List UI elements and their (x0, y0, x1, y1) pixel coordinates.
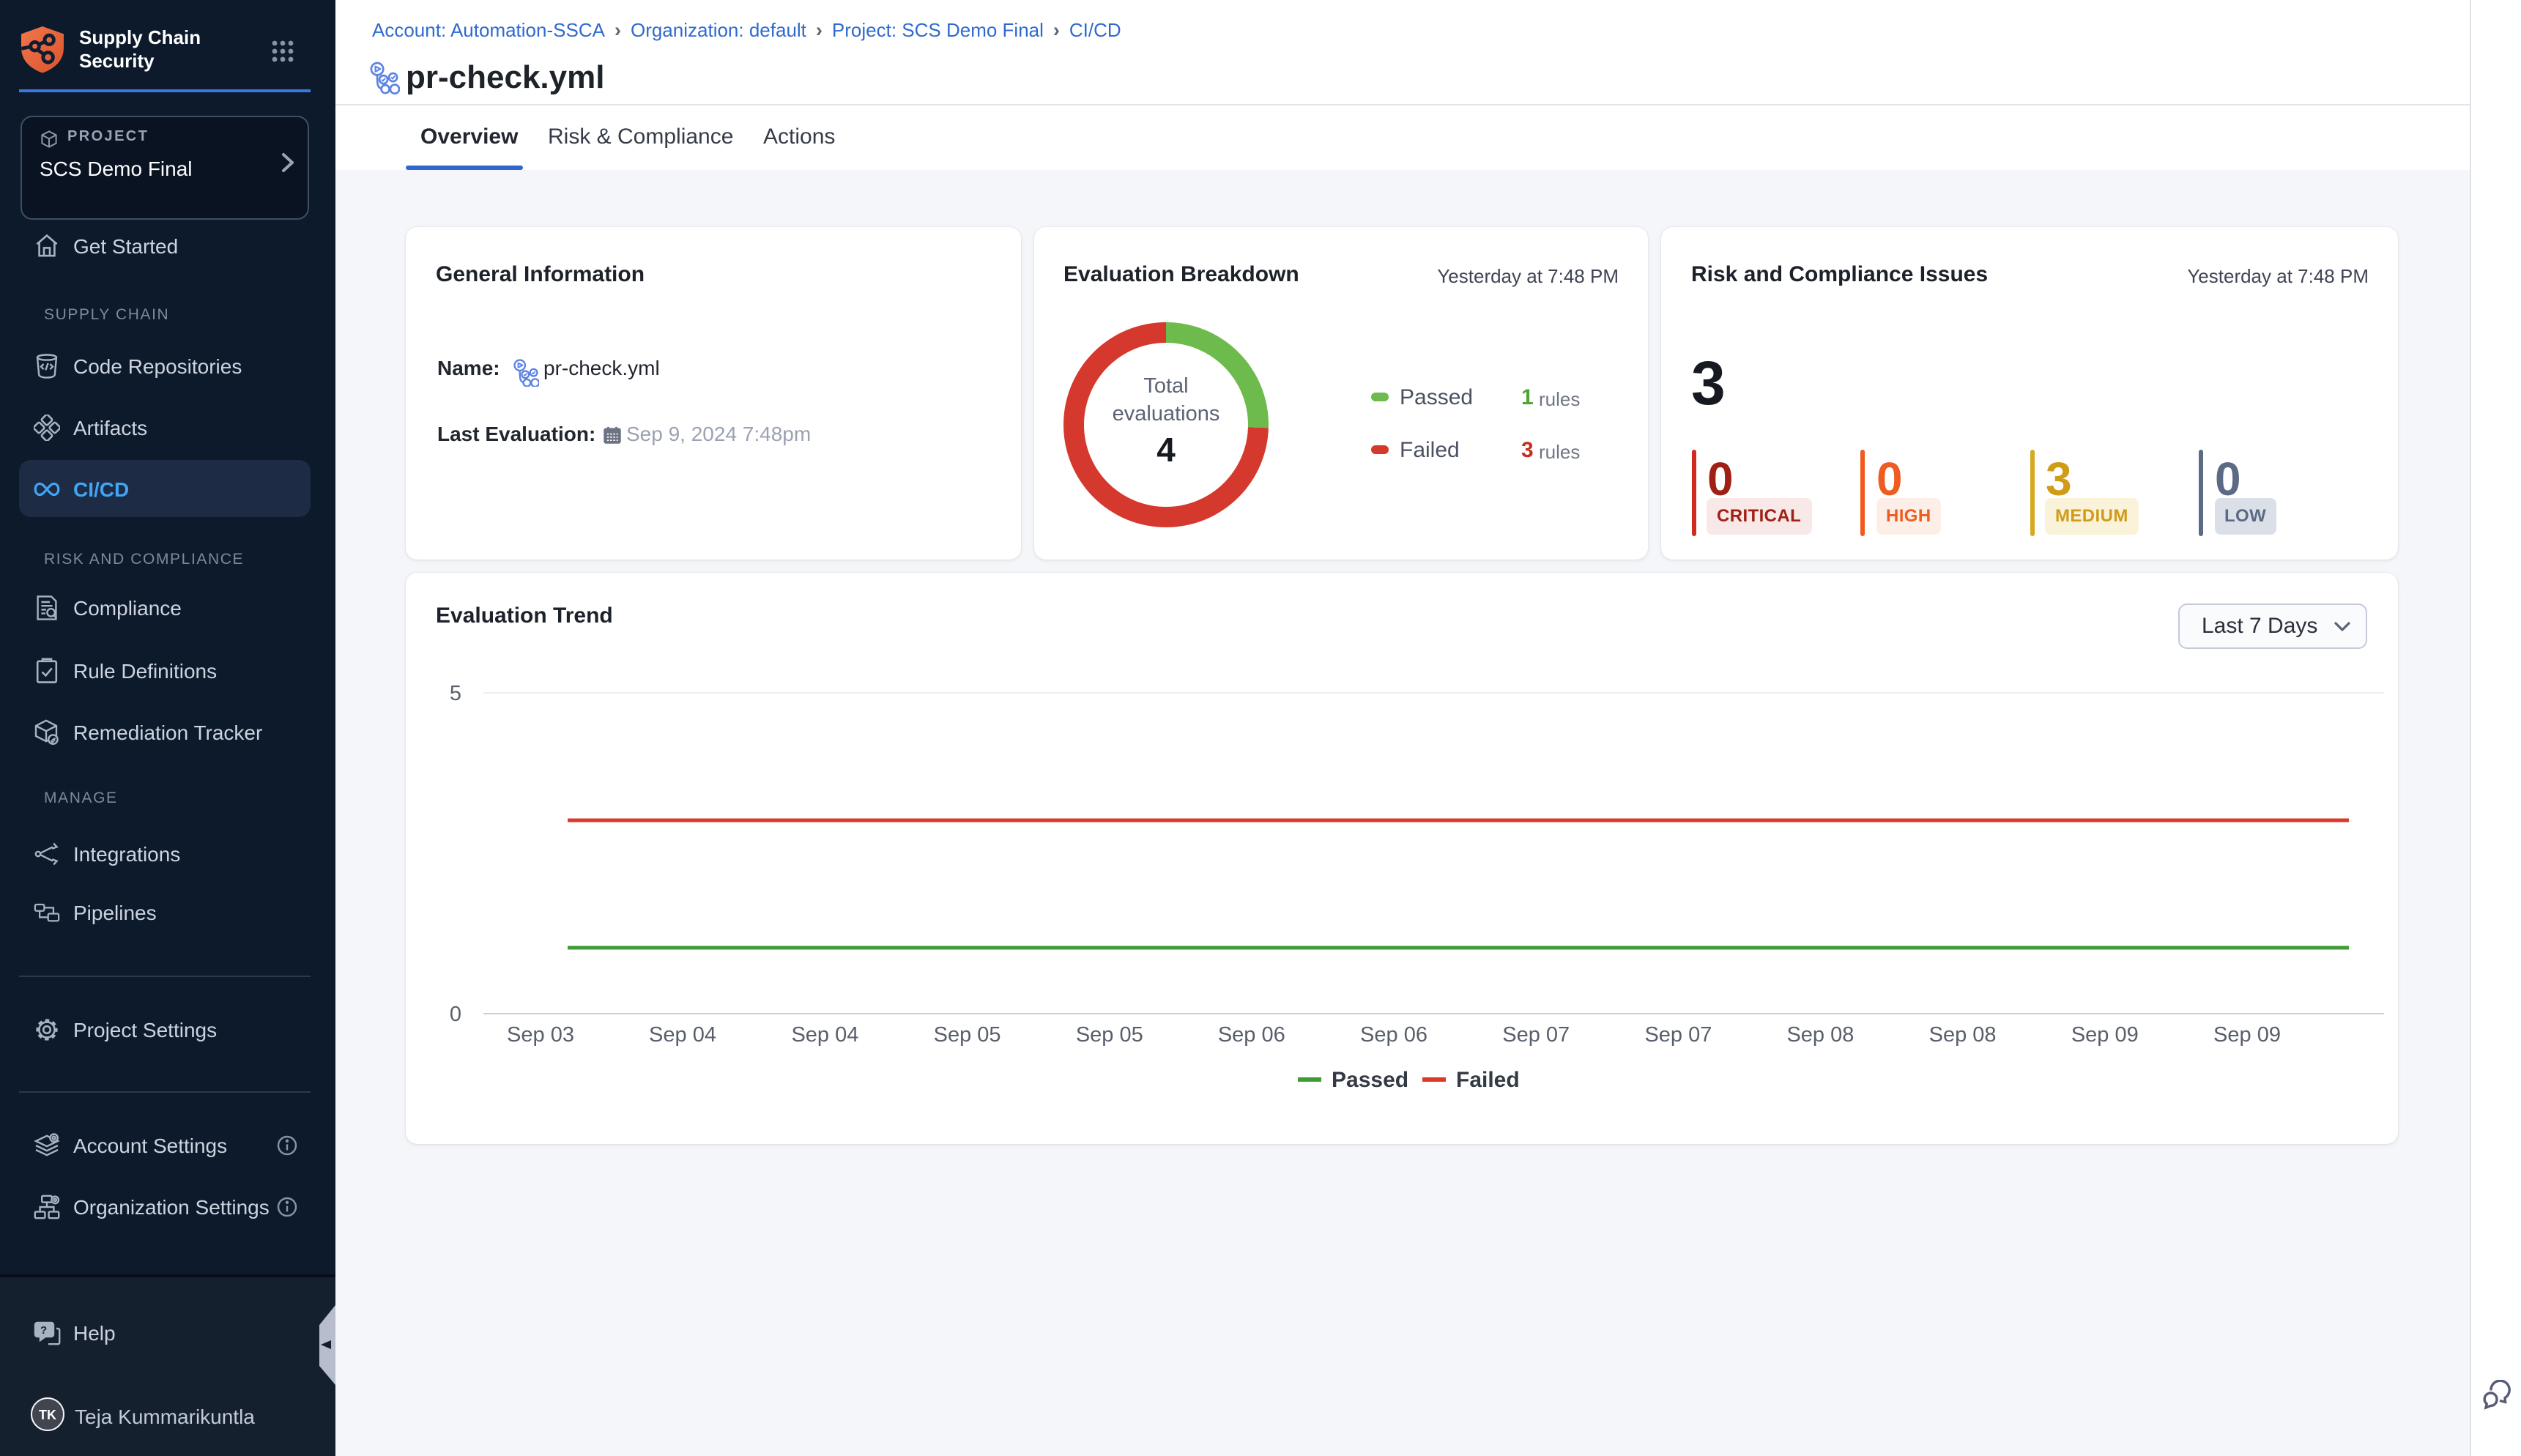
svg-text:Sep 05: Sep 05 (933, 1023, 1000, 1047)
svg-text:Sep 06: Sep 06 (1217, 1023, 1285, 1047)
svg-text:Sep 07: Sep 07 (1644, 1023, 1711, 1047)
svg-text:Sep 07: Sep 07 (1501, 1023, 1569, 1047)
svg-text:Sep 08: Sep 08 (1928, 1023, 1996, 1047)
svg-text:Passed: Passed (1331, 1068, 1408, 1092)
svg-text:Sep 05: Sep 05 (1075, 1023, 1143, 1047)
svg-text:Sep 06: Sep 06 (1359, 1023, 1427, 1047)
svg-text:Sep 04: Sep 04 (790, 1023, 858, 1047)
svg-text:Sep 09: Sep 09 (2071, 1023, 2138, 1047)
svg-text:Sep 04: Sep 04 (648, 1023, 716, 1047)
svg-text:0: 0 (449, 1003, 461, 1026)
svg-text:Sep 09: Sep 09 (2213, 1023, 2280, 1047)
svg-text:Failed: Failed (1455, 1068, 1519, 1092)
svg-text:5: 5 (449, 682, 461, 705)
svg-text:Sep 08: Sep 08 (1786, 1023, 1853, 1047)
svg-text:?: ? (40, 1323, 47, 1336)
svg-text:Sep 03: Sep 03 (506, 1023, 573, 1047)
